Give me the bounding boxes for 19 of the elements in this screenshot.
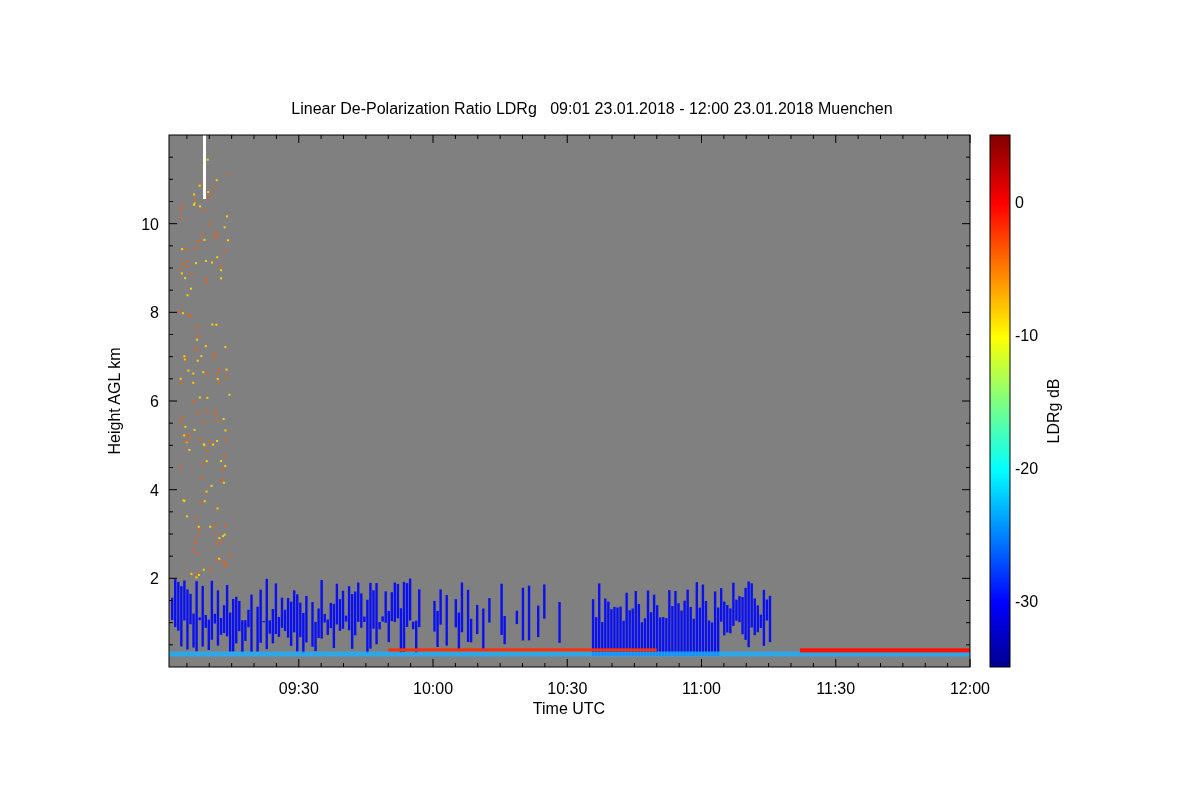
colorbar-tick-label: -30 (1015, 592, 1039, 610)
colorbar-tick-label: 0 (1015, 193, 1024, 211)
x-tick-label: 09:30 (278, 680, 319, 697)
colorbar-tick-label: -20 (1015, 459, 1039, 477)
y-tick-label: 6 (150, 393, 159, 410)
colorbar-tick-label: -10 (1015, 326, 1039, 344)
colorbar-label: LDRg dB (1045, 378, 1062, 444)
y-tick-label: 2 (150, 570, 159, 588)
y-axis-label: Height AGL km (106, 347, 123, 455)
x-tick-label: 10:00 (413, 680, 454, 697)
x-tick-label: 12:00 (950, 680, 990, 697)
x-tick-label: 10:30 (547, 680, 588, 697)
y-tick-label: 8 (150, 304, 159, 322)
x-tick-label: 11:00 (682, 680, 721, 697)
x-tick-label: 11:30 (816, 680, 856, 697)
chart-title: Linear De-Polarization Ratio LDRg 09:01 23.01.2018 - 12:00 23.01.2018 Muenchen (291, 100, 893, 117)
y-tick-label: 10 (141, 215, 159, 233)
x-axis-label: Time UTC (532, 700, 606, 717)
y-tick-label: 4 (150, 481, 159, 499)
